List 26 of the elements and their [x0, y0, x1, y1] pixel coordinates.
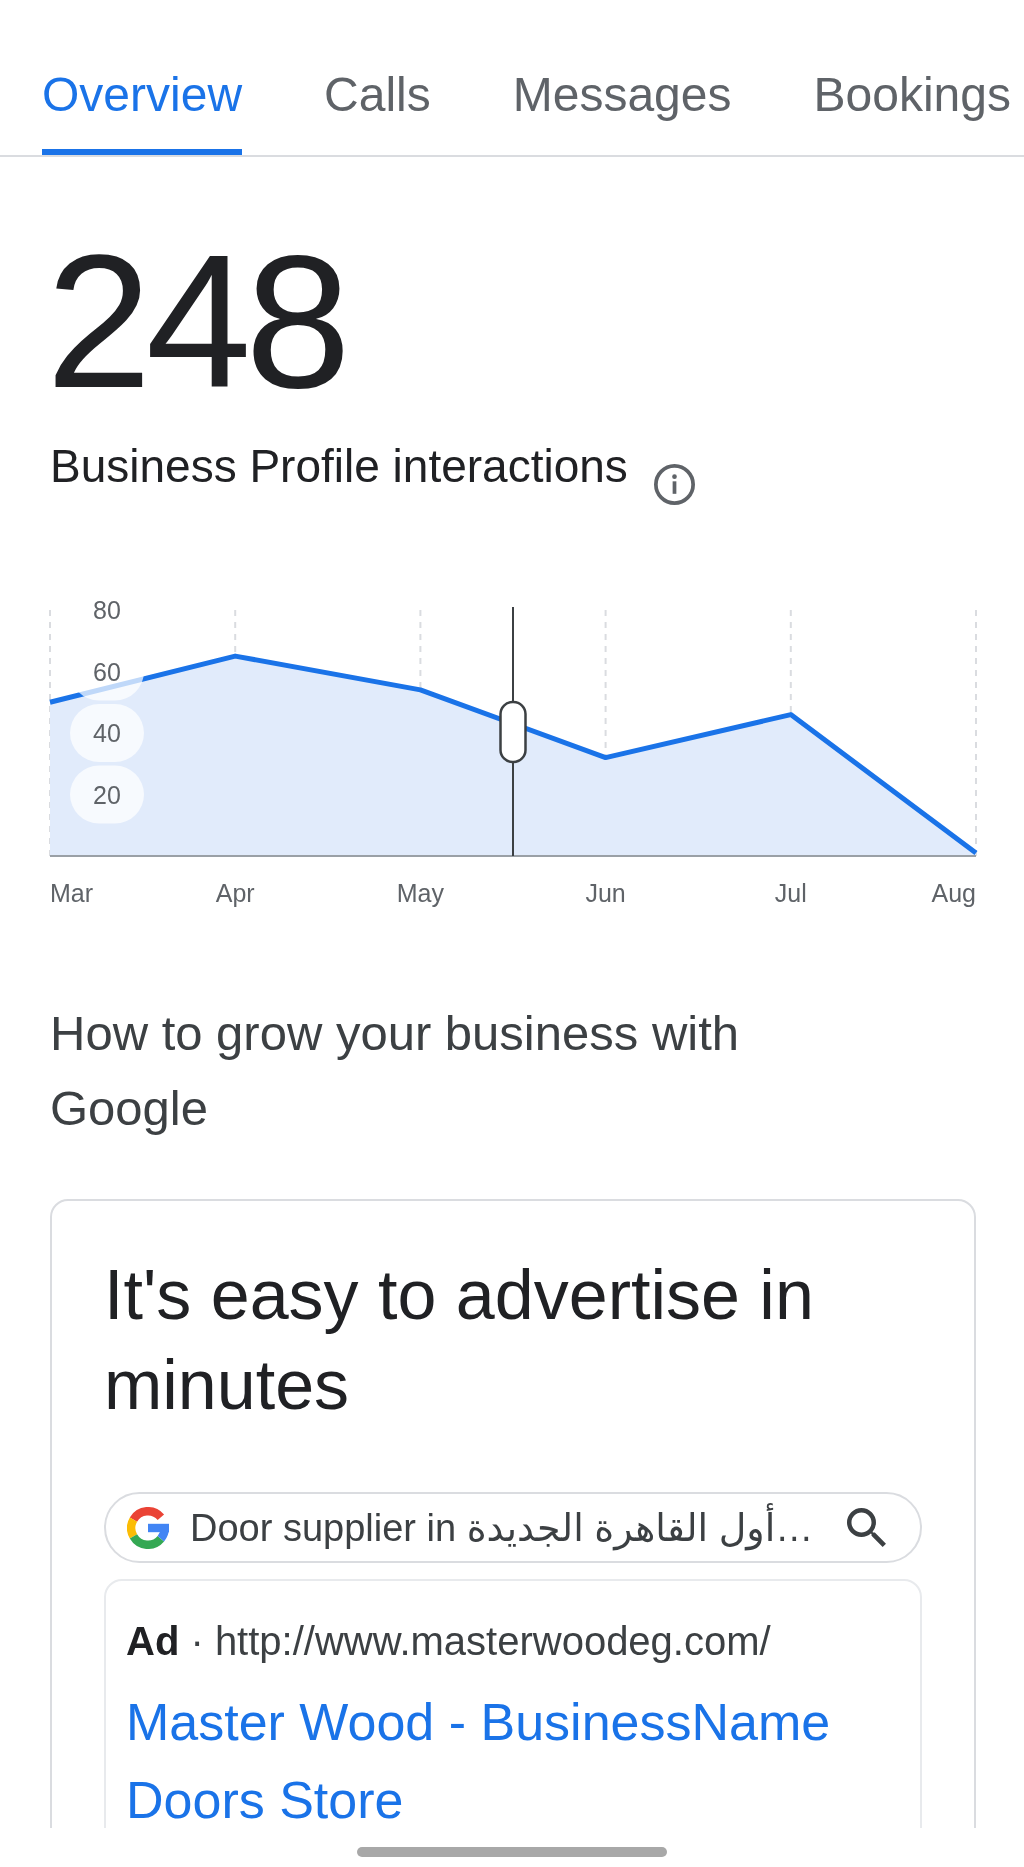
search-icon: [847, 1508, 886, 1547]
x-axis-label: Apr: [215, 879, 255, 907]
info-icon[interactable]: [653, 464, 695, 505]
x-axis-label: Jul: [774, 879, 807, 907]
y-tick-label: 40: [93, 719, 121, 747]
section-heading: How to grow your business with Google: [50, 1005, 740, 1137]
x-axis-label: Aug: [931, 879, 976, 907]
tab[interactable]: Messages: [512, 0, 732, 155]
tab[interactable]: Overview: [42, 0, 243, 155]
ad-title: Master Wood - BusinessName Doors Store: [126, 1692, 832, 1828]
tab[interactable]: Bookings: [813, 0, 1011, 155]
x-axis-label: May: [396, 879, 444, 907]
y-tick-label: 20: [93, 780, 121, 809]
tab[interactable]: Calls: [324, 0, 431, 155]
promo-title: It's easy to advertise in minutes: [104, 1255, 815, 1426]
search-query: Door supplier in أول القاهرة الجديدة…: [190, 1504, 847, 1551]
y-tick-label: 60: [93, 657, 121, 686]
g-logo-icon: [127, 1506, 169, 1549]
metric-label: Business Profile interactions: [50, 439, 628, 494]
scrubber-handle[interactable]: [499, 607, 527, 856]
x-axis-label: Mar: [50, 879, 94, 907]
y-axis-label: 80: [93, 596, 121, 624]
ad-url-line: Ad · http://www.masterwoodeg.com/: [126, 1618, 772, 1665]
search-field[interactable]: Door supplier in أول القاهرة الجديدة…: [104, 1492, 922, 1563]
x-axis-label: Jun: [585, 879, 626, 907]
interaction-count: 248: [46, 226, 345, 416]
